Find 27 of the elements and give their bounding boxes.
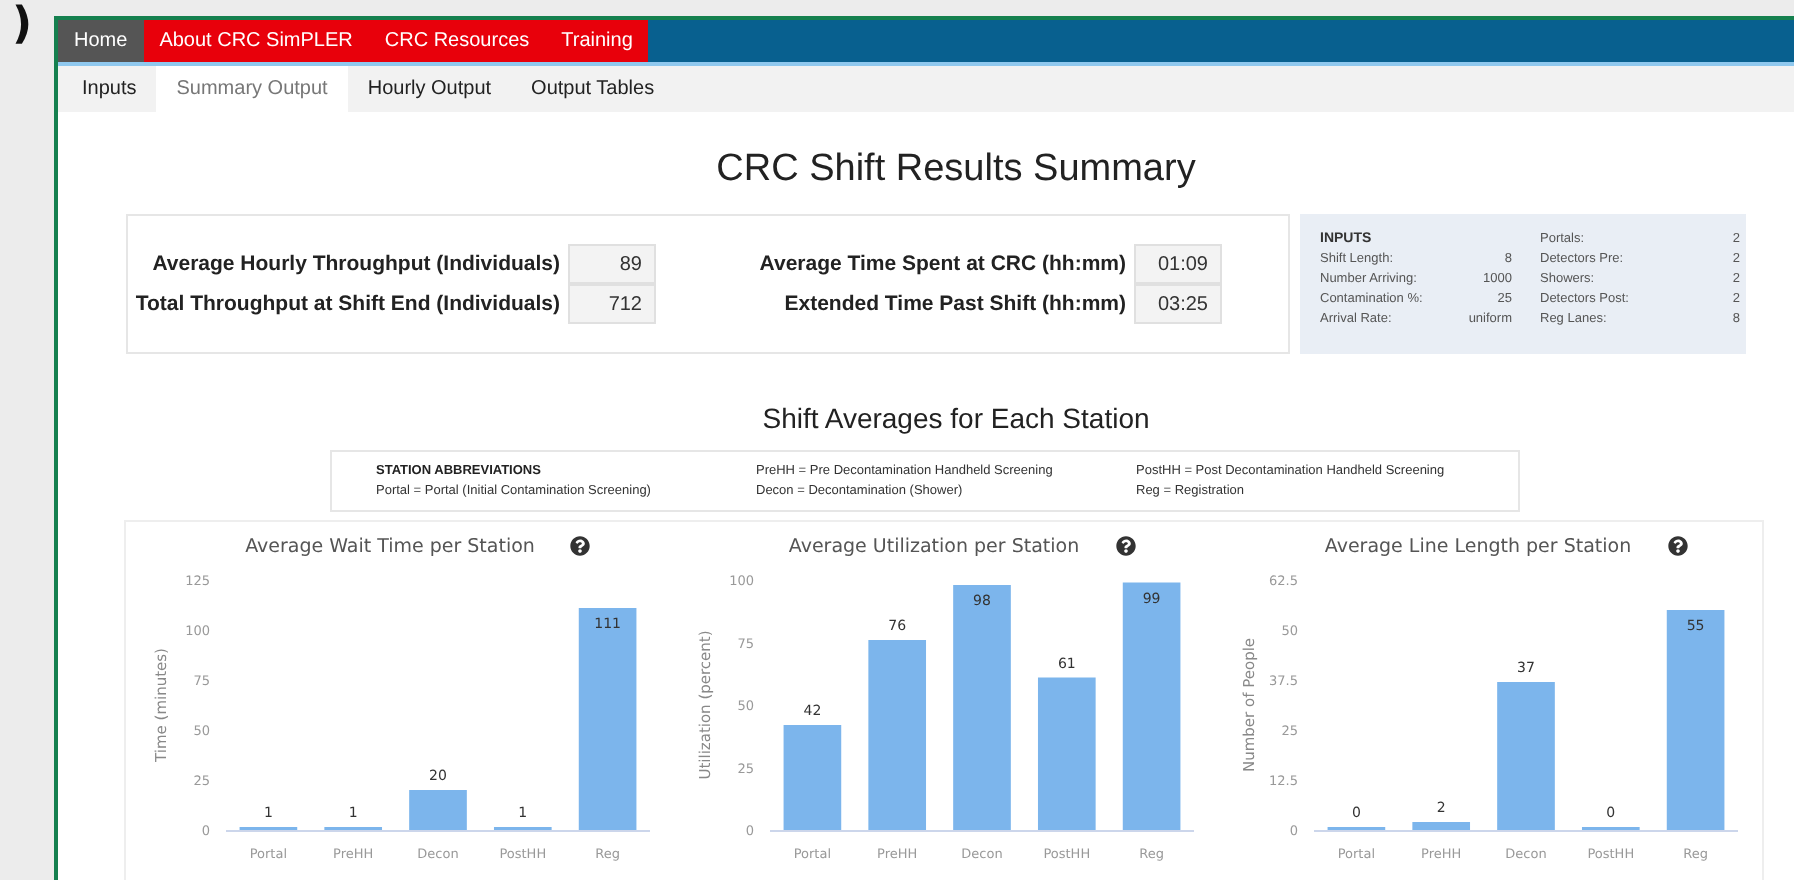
metric-value: 01:09	[1134, 244, 1222, 285]
metric-value: 712	[568, 284, 656, 325]
bar	[409, 790, 467, 830]
tab[interactable]: Hourly Output	[347, 66, 512, 113]
help-icon[interactable]	[1667, 536, 1688, 556]
tab[interactable]: Output Tables	[511, 66, 675, 113]
metric-label: Average Hourly Throughput (Individuals)	[150, 252, 562, 277]
tab[interactable]: Inputs	[62, 66, 157, 113]
chart-title: Average Line Length per Station	[1324, 535, 1632, 557]
metric-label: Extended Time Past Shift (hh:mm)	[782, 292, 1128, 317]
figure-label: )	[12, 2, 33, 50]
help-icon[interactable]	[1115, 536, 1136, 556]
help-icon[interactable]	[570, 536, 591, 556]
nav-link[interactable]: CRC Resources	[368, 20, 546, 63]
tab[interactable]: Summary Output	[156, 66, 348, 113]
metric-label: Average Time Spent at CRC (hh:mm)	[757, 252, 1128, 277]
metric-value: 89	[568, 244, 656, 285]
nav-link[interactable]: Training	[545, 20, 649, 63]
bar	[1412, 822, 1471, 830]
section-title: Shift Averages for Each Station	[760, 402, 1152, 435]
nav-link[interactable]: About CRC SimPLER	[143, 20, 369, 63]
chart-title: Average Wait Time per Station	[245, 535, 535, 557]
metric-label: Total Throughput at Shift End (Individuals)	[133, 292, 562, 317]
metric-value: 03:25	[1134, 284, 1222, 325]
chart-title: Average Utilization per Station	[788, 535, 1080, 557]
page-title: CRC Shift Results Summary	[714, 148, 1198, 193]
bar	[783, 725, 842, 830]
